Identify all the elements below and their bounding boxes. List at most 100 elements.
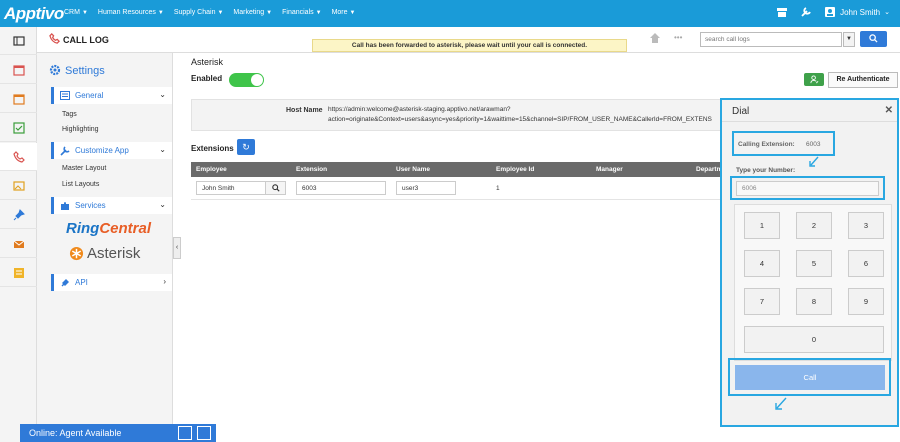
user-auth-button[interactable]: [804, 73, 824, 86]
search-button[interactable]: [860, 31, 887, 47]
phone-icon: [49, 33, 60, 44]
key-8[interactable]: 8: [796, 288, 832, 315]
host-name-value[interactable]: https://admin:welcome@asterisk-staging.a…: [328, 105, 720, 125]
expand-icon[interactable]: [197, 426, 211, 440]
extension-cell: 6003: [291, 181, 391, 195]
caret-down-icon: ▼: [217, 10, 224, 16]
chevron-down-icon: ⌄: [159, 90, 166, 99]
search-input[interactable]: search call logs: [700, 32, 842, 47]
nav-human-resources[interactable]: Human Resources ▼: [98, 9, 164, 16]
dial-header: Dial ✕: [722, 100, 897, 122]
nav-crm[interactable]: CRM ▼: [64, 9, 88, 16]
tools-icon: [60, 145, 70, 156]
rail-planner[interactable]: [0, 85, 37, 113]
rail-call-log[interactable]: [0, 143, 37, 171]
key-0[interactable]: 0: [744, 326, 884, 353]
caret-down-icon: ▼: [81, 10, 88, 16]
nav-financials[interactable]: Financials ▼: [282, 9, 321, 16]
sidebar-item-master-layout[interactable]: Master Layout: [62, 165, 106, 172]
key-7[interactable]: 7: [744, 288, 780, 315]
key-2[interactable]: 2: [796, 212, 832, 239]
rail-mail[interactable]: [0, 230, 37, 258]
sidebar-item-tags[interactable]: Tags: [62, 111, 77, 118]
dial-panel: Dial ✕ Calling Extension: 6003 Type your…: [720, 98, 899, 427]
sidebar-section-api[interactable]: API ›: [51, 274, 172, 291]
rail-calendar-red[interactable]: [0, 56, 37, 84]
rail-pins[interactable]: [0, 201, 37, 229]
ringcentral-ring: Ring: [66, 220, 100, 237]
store-icon[interactable]: [776, 6, 788, 18]
settings-sidebar: Settings General ⌄ Tags Highlighting Cus…: [37, 53, 173, 442]
username-input[interactable]: user3: [396, 181, 456, 195]
home-icon[interactable]: [649, 32, 661, 44]
app-icon-rail: [0, 27, 37, 442]
key-3[interactable]: 3: [848, 212, 884, 239]
employee-search-button[interactable]: [266, 181, 286, 195]
calling-extension-box: Calling Extension: 6003: [732, 131, 835, 156]
minimize-icon[interactable]: [178, 426, 192, 440]
section-label: API: [75, 278, 88, 287]
call-button[interactable]: Call: [735, 365, 885, 390]
dashboard-icon: [12, 35, 25, 46]
enabled-toggle[interactable]: [229, 73, 264, 87]
key-4[interactable]: 4: [744, 250, 780, 277]
rail-tasks[interactable]: [0, 114, 37, 142]
nav-marketing[interactable]: Marketing ▼: [233, 9, 272, 16]
search-icon: [869, 34, 878, 43]
employee-input[interactable]: John Smith: [196, 181, 266, 195]
table-row: John Smith 6003 user3 1: [191, 177, 721, 200]
nav-more[interactable]: More ▼: [332, 9, 356, 16]
refresh-button[interactable]: ↻: [237, 139, 255, 155]
refresh-icon: ↻: [242, 142, 250, 152]
sidebar-section-services[interactable]: Services ⌄: [51, 197, 172, 214]
key-9[interactable]: 9: [848, 288, 884, 315]
key-1[interactable]: 1: [744, 212, 780, 239]
search-filter-dropdown[interactable]: ▼: [843, 32, 855, 47]
tools-icon[interactable]: [800, 6, 812, 18]
rail-notes[interactable]: [0, 259, 37, 287]
agent-status-bar[interactable]: Online: Agent Available: [20, 424, 216, 442]
number-input[interactable]: 6006: [736, 181, 879, 196]
sidebar-section-general[interactable]: General ⌄: [51, 87, 172, 104]
section-title: Asterisk: [191, 57, 224, 67]
host-name-row: Host Name https://admin:welcome@asterisk…: [191, 99, 721, 131]
chevron-down-icon: ⌄: [159, 200, 166, 209]
type-number-label: Type your Number:: [736, 167, 796, 174]
more-dots-icon[interactable]: •••: [674, 33, 682, 42]
extensions-table: Employee Extension User Name Employee Id…: [191, 162, 721, 200]
ringcentral-logo[interactable]: RingCentral: [66, 220, 151, 237]
extension-input[interactable]: 6003: [296, 181, 386, 195]
table-header: Employee Extension User Name Employee Id…: [191, 162, 721, 177]
chevron-down-icon: ▼: [846, 36, 852, 42]
close-icon[interactable]: ✕: [885, 105, 893, 116]
nav-label: Financials: [282, 9, 314, 16]
column-header: Employee Id: [496, 166, 535, 173]
rail-gallery[interactable]: [0, 172, 37, 200]
sidebar-section-customize-app[interactable]: Customize App ⌄: [51, 142, 172, 159]
chevron-down-icon: ⌄: [884, 9, 890, 16]
pin-icon: [13, 208, 25, 220]
app-logo[interactable]: Apptivo: [4, 4, 64, 24]
key-5[interactable]: 5: [796, 250, 832, 277]
call-button-box: Call: [728, 358, 891, 396]
annotation-arrow-icon: [809, 156, 819, 167]
nav-supply-chain[interactable]: Supply Chain ▼: [174, 9, 224, 16]
re-authenticate-button[interactable]: Re Authenticate: [828, 72, 898, 88]
page-header: CALL LOG Call has been forwarded to aste…: [37, 27, 900, 53]
sidebar-item-highlighting[interactable]: Highlighting: [62, 126, 99, 133]
sidebar-collapse-handle[interactable]: ‹: [173, 237, 181, 259]
column-header: Employee: [196, 166, 227, 173]
rail-dashboard[interactable]: [0, 27, 37, 55]
number-input-box: 6006: [730, 176, 885, 200]
checklist-icon: [12, 121, 25, 134]
key-6[interactable]: 6: [848, 250, 884, 277]
sidebar-item-list-layouts[interactable]: List Layouts: [62, 181, 99, 188]
nav-label: Marketing: [233, 9, 265, 16]
nav-label: Supply Chain: [173, 9, 216, 16]
plug-icon: [61, 278, 69, 286]
asterisk-logo[interactable]: Asterisk: [69, 245, 140, 262]
user-menu[interactable]: John Smith ⌄: [824, 6, 890, 18]
section-label: Customize App: [75, 146, 129, 155]
username-cell: user3: [391, 181, 491, 195]
section-label: General: [75, 91, 104, 100]
